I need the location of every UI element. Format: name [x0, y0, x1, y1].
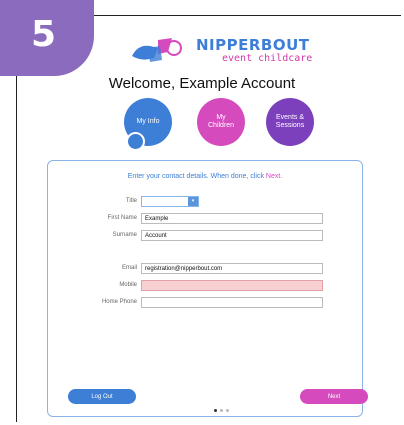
surname-label: Surname	[112, 232, 137, 238]
nav-my-children[interactable]: My Children	[197, 98, 245, 146]
email-field[interactable]: registration@nipperbout.com	[141, 263, 323, 274]
step-number: 5	[31, 14, 57, 55]
step-badge: 5	[0, 0, 94, 76]
page-dot	[220, 409, 223, 412]
nipperbout-logo-icon	[132, 38, 182, 62]
welcome-heading: Welcome, Example Account	[108, 75, 296, 92]
brand-tagline: event childcare	[222, 53, 313, 64]
title-label: Title	[125, 198, 137, 204]
nav-my-children-label: My Children	[208, 114, 235, 129]
nav-events-sessions-label: Events & Sessions	[275, 114, 305, 129]
first-name-field[interactable]: Example	[141, 213, 323, 224]
page-indicator	[214, 409, 229, 412]
brand-name: NIPPERBOUT	[196, 36, 310, 54]
first-name-label: First Name	[107, 215, 137, 221]
log-out-button[interactable]: Log Out	[68, 389, 136, 404]
form-instruction: Enter your contact details. When done, c…	[48, 173, 362, 180]
page-dot	[226, 409, 229, 412]
nav-events-sessions[interactable]: Events & Sessions	[266, 98, 314, 146]
email-label: Email	[121, 265, 137, 271]
page-dot-active	[214, 409, 217, 412]
chevron-down-icon: ▾	[188, 197, 198, 206]
next-button[interactable]: Next	[300, 389, 368, 404]
mobile-field[interactable]	[141, 280, 323, 291]
active-indicator-dot	[126, 132, 145, 151]
home-phone-label: Home Phone	[101, 299, 137, 305]
surname-field[interactable]: Account	[141, 230, 323, 241]
nav-my-info-label: My Info	[136, 118, 160, 125]
title-select[interactable]: ▾	[141, 196, 199, 207]
contact-details-form: Enter your contact details. When done, c…	[47, 160, 368, 417]
home-phone-field[interactable]	[141, 297, 323, 308]
instruction-text: Enter your contact details. When done, c…	[127, 173, 266, 180]
mobile-label: Mobile	[119, 282, 137, 288]
instruction-next-word: Next.	[265, 173, 283, 180]
